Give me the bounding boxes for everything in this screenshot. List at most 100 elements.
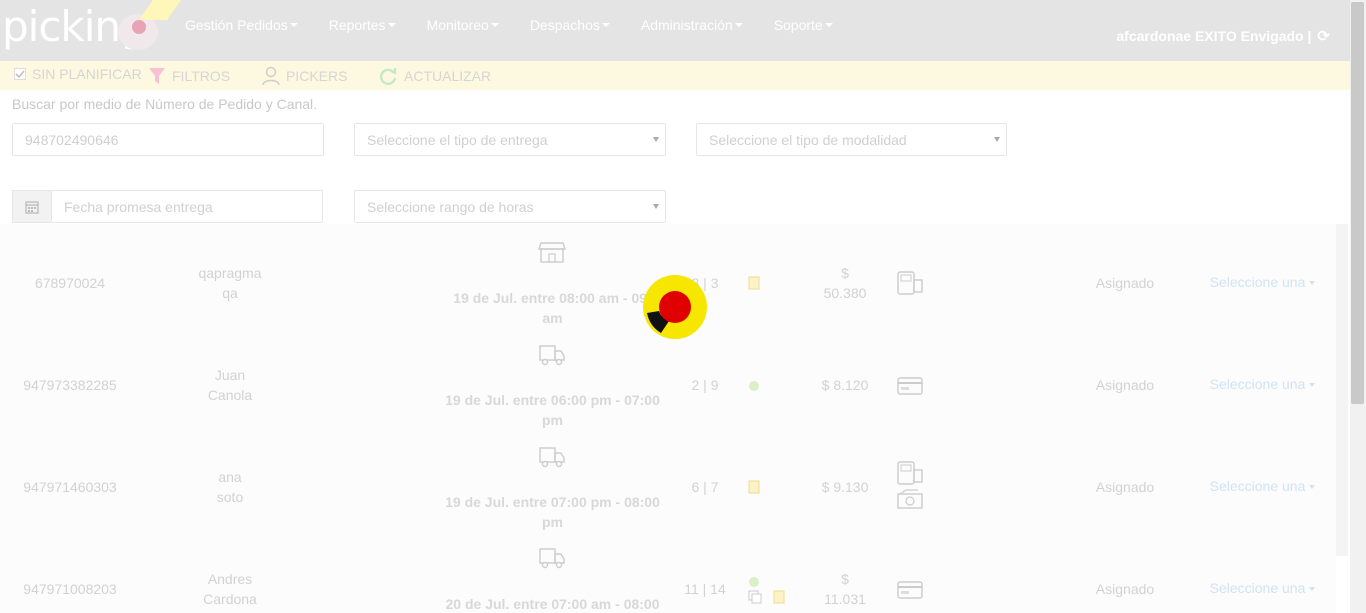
price-currency: $ xyxy=(841,265,849,281)
dropdown-arrow-icon xyxy=(994,137,1000,142)
calendar-button[interactable] xyxy=(12,190,51,223)
customer-name: qapragma qa xyxy=(170,263,290,303)
item-counts: 11 | 14 xyxy=(684,581,726,597)
page-scrollbar-thumb[interactable] xyxy=(1351,2,1364,404)
caret-down-icon xyxy=(490,23,499,27)
unplanned-checkbox[interactable]: SIN PLANIFICAR xyxy=(14,66,142,82)
nav-despachos[interactable]: Despachos xyxy=(530,17,610,33)
modality-select[interactable]: Seleccione el tipo de modalidad xyxy=(696,123,1007,156)
checkbox-icon xyxy=(14,68,26,80)
order-total: $50.380 xyxy=(815,263,875,303)
price-currency: $ xyxy=(841,571,849,587)
user-label: afcardonae EXITO Envigado | xyxy=(1116,28,1312,44)
copy-icon xyxy=(748,590,762,604)
delivery-window: 19 de Jul. entre 08:00 am - 09: am xyxy=(425,288,680,328)
table-row[interactable]: 947973382285 Juan Canola 19 de Jul. entre… xyxy=(0,326,1336,428)
price-currency: $ 8.120 xyxy=(821,377,869,393)
unplanned-label: SIN PLANIFICAR xyxy=(32,66,142,82)
picking-logo[interactable]: picking xyxy=(0,0,182,52)
promise-date-input[interactable]: Fecha promesa entrega xyxy=(51,190,323,223)
list-scrollbar[interactable] xyxy=(1336,224,1348,556)
main-menu: Gestión Pedidos Reportes Monitoreo Despa… xyxy=(185,17,864,33)
customer-first: Andres xyxy=(207,571,253,587)
delivery-line2: am xyxy=(542,310,563,326)
delivery-line1: 19 de Jul. entre 06:00 pm - 07:00 xyxy=(445,392,660,408)
loading-spinner-icon xyxy=(643,275,707,339)
user-icon xyxy=(262,66,280,86)
customer-last: qa xyxy=(222,285,238,301)
picker-select-label: Seleccione una xyxy=(1209,376,1306,392)
modality-placeholder: Seleccione el tipo de modalidad xyxy=(709,132,907,148)
dropdown-arrow-icon xyxy=(653,204,659,209)
delivery-line1: 20 de Jul. entre 07:00 am - 08:00 xyxy=(445,596,660,612)
order-status: Asignado xyxy=(1095,581,1155,597)
nav-gestion-pedidos[interactable]: Gestión Pedidos xyxy=(185,17,298,33)
picker-select[interactable]: Seleccione una xyxy=(1200,374,1325,394)
refresh-icon xyxy=(379,68,397,85)
filters-label: FILTROS xyxy=(172,68,231,84)
delivery-window: 19 de Jul. entre 07:00 pm - 08:00 pm xyxy=(425,492,680,532)
picker-select[interactable]: Seleccione una xyxy=(1200,578,1325,598)
nav-monitoreo[interactable]: Monitoreo xyxy=(427,17,499,33)
table-row[interactable]: 947971460303 ana soto 19 de Jul. entre 07… xyxy=(0,428,1336,530)
order-number[interactable]: 947971008203 xyxy=(10,579,130,599)
caret-down-icon xyxy=(1309,485,1316,490)
dataphone-icon xyxy=(897,461,923,485)
customer-first: ana xyxy=(218,469,242,485)
calendar-icon xyxy=(25,200,39,214)
customer-name: ana soto xyxy=(170,467,290,507)
credit-card-icon xyxy=(897,581,923,599)
order-status: Asignado xyxy=(1095,275,1155,291)
order-status: Asignado xyxy=(1095,377,1155,393)
price-amount: 50.380 xyxy=(823,285,867,301)
nav-reportes[interactable]: Reportes xyxy=(329,17,396,33)
customer-name: Andres Cardona xyxy=(170,569,290,609)
picker-select[interactable]: Seleccione una xyxy=(1200,272,1325,292)
search-hint: Buscar por medio de Número de Pedido y C… xyxy=(12,96,318,112)
picker-select[interactable]: Seleccione una xyxy=(1200,476,1325,496)
refresh-icon[interactable]: ⟳ xyxy=(1317,27,1330,45)
order-number[interactable]: 947971460303 xyxy=(10,477,130,497)
customer-first: Juan xyxy=(214,367,246,383)
delivery-line2: pm xyxy=(542,412,563,428)
mascot-eye-icon xyxy=(132,20,146,34)
receipt-icon xyxy=(773,590,785,604)
dropdown-arrow-icon xyxy=(653,137,659,142)
user-info: afcardonae EXITO Envigado | ⟳ xyxy=(1116,27,1330,45)
filters-button[interactable]: FILTROS xyxy=(148,66,230,86)
caret-down-icon xyxy=(1309,587,1316,592)
receipt-icon xyxy=(748,276,760,290)
nav-label: Monitoreo xyxy=(426,17,489,33)
customer-first: qapragma xyxy=(198,265,262,281)
order-total: $ 8.120 xyxy=(815,375,875,395)
credit-card-icon xyxy=(897,377,923,395)
picker-select-label: Seleccione una xyxy=(1209,478,1306,494)
dataphone-icon xyxy=(897,271,923,295)
delivery-line2: pm xyxy=(542,514,563,530)
order-search-input[interactable]: 948702490646 xyxy=(12,123,324,156)
nav-administracion[interactable]: Administración xyxy=(641,17,743,33)
truck-icon xyxy=(539,345,565,366)
customer-name: Juan Canola xyxy=(170,365,290,405)
customer-last: Canola xyxy=(207,387,253,403)
delivery-type-placeholder: Seleccione el tipo de entrega xyxy=(367,132,548,148)
order-number[interactable]: 678970024 xyxy=(10,273,130,293)
delivery-type-select[interactable]: Seleccione el tipo de entrega xyxy=(354,123,666,156)
table-row[interactable]: 947971008203 Andres Cardona 20 de Jul. en… xyxy=(0,530,1336,613)
fruit-icon xyxy=(749,577,759,587)
nav-soporte[interactable]: Soporte xyxy=(774,17,833,33)
caret-down-icon xyxy=(1309,281,1316,286)
customer-last: soto xyxy=(216,489,244,505)
nav-label: Reportes xyxy=(328,17,386,33)
fruit-icon xyxy=(749,381,759,391)
update-button[interactable]: ACTUALIZAR xyxy=(378,66,491,86)
nav-label: Gestión Pedidos xyxy=(185,17,288,33)
delivery-window: 19 de Jul. entre 06:00 pm - 07:00 pm xyxy=(425,390,680,430)
picker-select-label: Seleccione una xyxy=(1209,274,1306,290)
pickers-button[interactable]: PICKERS xyxy=(262,66,347,86)
order-number[interactable]: 947973382285 xyxy=(10,375,130,395)
hour-range-select[interactable]: Seleccione rango de horas xyxy=(354,190,666,223)
picker-select-label: Seleccione una xyxy=(1209,580,1306,596)
pickers-label: PICKERS xyxy=(286,68,348,84)
action-toolbar: SIN PLANIFICAR FILTROS PICKERS ACTUALIZA… xyxy=(0,61,1350,90)
